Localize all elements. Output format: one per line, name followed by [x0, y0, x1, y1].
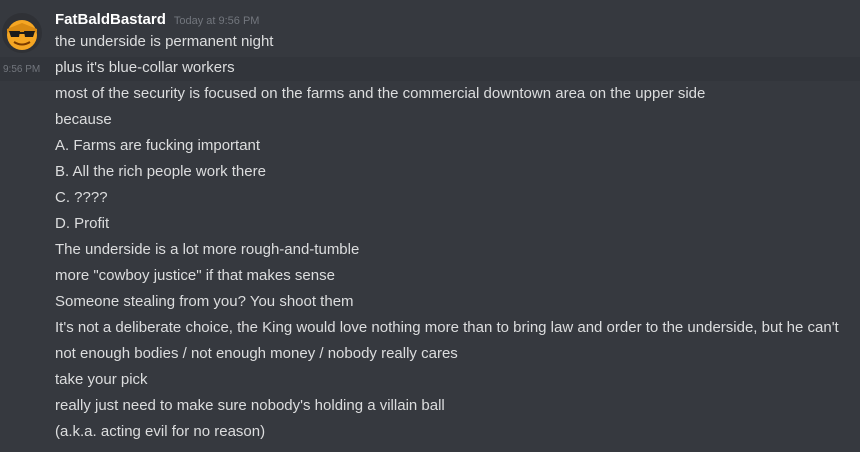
message-timestamp: Today at 9:56 PM [173, 15, 260, 27]
message-header: FatBaldBastard Today at 9:56 PM [55, 11, 259, 31]
username[interactable]: FatBaldBastard [55, 11, 166, 28]
message-line: Someone stealing from you? You shoot the… [55, 293, 354, 310]
message-line: D. Profit [55, 215, 110, 232]
hover-timestamp: 9:56 PM [3, 64, 41, 75]
message-line: (a.k.a. acting evil for no reason) [55, 423, 266, 440]
message-line: It's not a deliberate choice, the King w… [55, 319, 839, 336]
message-line: B. All the rich people work there [55, 163, 266, 180]
user-avatar[interactable] [2, 13, 42, 53]
message-line: The underside is a lot more rough-and-tu… [55, 241, 360, 258]
message-line: more "cowboy justice" if that makes sens… [55, 267, 335, 284]
message-line: really just need to make sure nobody's h… [55, 397, 445, 414]
message-line: because [55, 111, 112, 128]
message-line: not enough bodies / not enough money / n… [55, 345, 458, 362]
message-line: the underside is permanent night [55, 33, 274, 50]
message-line: plus it's blue-collar workers [55, 59, 235, 76]
message-line: take your pick [55, 371, 148, 388]
message-line: C. ???? [55, 189, 108, 206]
message-line: A. Farms are fucking important [55, 137, 261, 154]
message-line: most of the security is focused on the f… [55, 85, 706, 102]
message-group: FatBaldBastard Today at 9:56 PM 9:56 PM … [0, 0, 860, 452]
sunglasses-emoji-face-icon [2, 13, 42, 53]
